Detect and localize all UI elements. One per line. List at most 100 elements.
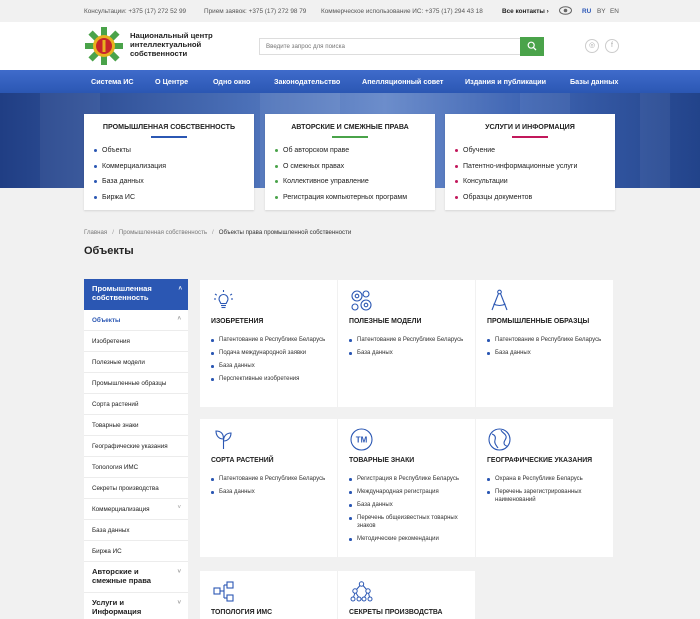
chevron-up-icon: ˄ bbox=[178, 286, 182, 292]
intake-phone: Прием заявок: +375 (17) 272 98 79 bbox=[204, 8, 307, 15]
lang-ru[interactable]: RU bbox=[582, 8, 591, 15]
category-link[interactable]: Патентно-информационные услуги bbox=[455, 163, 577, 179]
category-link[interactable]: Обучение bbox=[455, 147, 577, 163]
card-trademarks[interactable]: TM ТОВАРНЫЕ ЗНАКИ Регистрация в Республи… bbox=[338, 419, 475, 557]
card-link[interactable]: Патентование в Республике Беларусь bbox=[211, 336, 329, 344]
category-title[interactable]: АВТОРСКИЕ И СМЕЖНЫЕ ПРАВА bbox=[265, 123, 435, 131]
category-link[interactable]: Коммерциализация bbox=[94, 163, 166, 179]
category-link[interactable]: Регистрация компьютерных программ bbox=[275, 194, 407, 210]
sidebar-menu: Промышленная собственность ˄ Объекты ˄ Из… bbox=[84, 279, 188, 619]
card-link[interactable]: Перспективные изобретения bbox=[211, 375, 329, 383]
card-link[interactable]: База данных bbox=[349, 349, 467, 357]
card-link[interactable]: Перечень зарегистрированных наименований bbox=[487, 488, 605, 504]
sidebar-section-copyright[interactable]: Авторские и смежные права ˅ bbox=[84, 562, 188, 593]
logo-emblem-icon[interactable] bbox=[84, 26, 124, 66]
all-contacts-link[interactable]: Все контакты › bbox=[502, 8, 549, 15]
card-utility-models[interactable]: ПОЛЕЗНЫЕ МОДЕЛИ Патентование в Республик… bbox=[338, 280, 475, 407]
category-link[interactable]: О смежных правах bbox=[275, 163, 407, 179]
breadcrumb-current: Объекты права промышленной собственности bbox=[218, 229, 352, 236]
nav-item-one-window[interactable]: Одно окно bbox=[213, 77, 250, 86]
sidebar-item-commercialization[interactable]: Коммерциализация ˅ bbox=[84, 499, 188, 520]
card-ic-topology[interactable]: ТОПОЛОГИЯ ИМС bbox=[200, 571, 337, 619]
sidebar-item-objects[interactable]: Объекты ˄ bbox=[84, 310, 188, 331]
sidebar-item-trade-secrets[interactable]: Секреты производства bbox=[84, 478, 188, 499]
site-brand-name[interactable]: Национальный центр интеллектуальной собс… bbox=[130, 31, 240, 58]
nav-item-system[interactable]: Система ИС bbox=[91, 77, 134, 86]
category-underline bbox=[512, 136, 548, 138]
nav-item-appeal-council[interactable]: Апелляционный совет bbox=[362, 77, 443, 86]
gears-icon bbox=[351, 290, 372, 311]
commercial-phone: Коммерческое использование ИС: +375 (17)… bbox=[321, 8, 483, 15]
breadcrumb-industrial[interactable]: Промышленная собственность bbox=[119, 229, 207, 236]
chip-icon bbox=[213, 581, 234, 602]
chevron-up-icon: ˄ bbox=[177, 316, 181, 322]
top-info-bar: Консультации: +375 (17) 272 52 99 Прием … bbox=[0, 0, 700, 22]
trademark-icon: TM bbox=[350, 428, 373, 451]
chevron-down-icon: ˅ bbox=[177, 505, 181, 511]
chevron-down-icon: ˅ bbox=[177, 600, 181, 606]
facebook-icon[interactable]: f bbox=[605, 39, 619, 53]
category-link[interactable]: Биржа ИС bbox=[94, 194, 166, 210]
svg-text:TM: TM bbox=[356, 436, 368, 445]
search-button[interactable] bbox=[520, 37, 544, 56]
category-title[interactable]: ПРОМЫШЛЕННАЯ СОБСТВЕННОСТЬ bbox=[84, 123, 254, 131]
category-link[interactable]: Коллективное управление bbox=[275, 178, 407, 194]
sidebar-item-utility-models[interactable]: Полезные модели bbox=[84, 352, 188, 373]
lang-by[interactable]: BY bbox=[597, 8, 606, 15]
sidebar-item-ip-exchange[interactable]: Биржа ИС bbox=[84, 541, 188, 562]
search-input[interactable] bbox=[259, 38, 521, 55]
sidebar-section-industrial[interactable]: Промышленная собственность ˄ bbox=[84, 279, 188, 310]
sidebar-item-geo-indications[interactable]: Географические указания bbox=[84, 436, 188, 457]
category-underline bbox=[332, 136, 368, 138]
card-industrial-designs[interactable]: ПРОМЫШЛЕННЫЕ ОБРАЗЦЫ Патентование в Респ… bbox=[476, 280, 613, 407]
chevron-down-icon: ˅ bbox=[177, 569, 181, 575]
lang-en[interactable]: EN bbox=[610, 8, 619, 15]
card-link[interactable]: База данных bbox=[487, 349, 605, 357]
category-underline bbox=[151, 136, 187, 138]
card-link[interactable]: Методические рекомендации bbox=[349, 535, 467, 543]
card-link[interactable]: Подача международной заявки bbox=[211, 349, 329, 357]
sidebar-item-database[interactable]: База данных bbox=[84, 520, 188, 541]
card-link[interactable]: База данных bbox=[211, 362, 329, 370]
card-trade-secrets[interactable]: СЕКРЕТЫ ПРОИЗВОДСТВА bbox=[338, 571, 475, 619]
nav-item-about[interactable]: О Центре bbox=[155, 77, 188, 86]
category-link[interactable]: Объекты bbox=[94, 147, 166, 163]
category-link[interactable]: Консультации bbox=[455, 178, 577, 194]
breadcrumb: Главная / Промышленная собственность / Объек… bbox=[84, 229, 352, 236]
category-card-services: УСЛУГИ И ИНФОРМАЦИЯ Обучение Патентно-ин… bbox=[445, 114, 615, 210]
category-link[interactable]: Образцы документов bbox=[455, 194, 577, 210]
card-inventions[interactable]: ИЗОБРЕТЕНИЯ Патентование в Республике Бе… bbox=[200, 280, 337, 407]
card-link[interactable]: Патентование в Республике Беларусь bbox=[487, 336, 605, 344]
sidebar-item-industrial-designs[interactable]: Промышленные образцы bbox=[84, 373, 188, 394]
sidebar-section-services[interactable]: Услуги и Информация ˅ bbox=[84, 593, 188, 619]
category-link[interactable]: База данных bbox=[94, 178, 166, 194]
eye-icon[interactable] bbox=[559, 6, 572, 15]
nav-item-databases[interactable]: Базы данных bbox=[570, 77, 618, 86]
card-link[interactable]: Патентование в Республике Беларусь bbox=[211, 475, 329, 483]
card-geo-indications[interactable]: ГЕОГРАФИЧЕСКИЕ УКАЗАНИЯ Охрана в Республ… bbox=[476, 419, 613, 557]
molecule-icon bbox=[350, 581, 373, 602]
card-link[interactable]: Международная регистрация bbox=[349, 488, 467, 496]
category-card-industrial: ПРОМЫШЛЕННАЯ СОБСТВЕННОСТЬ Объекты Комме… bbox=[84, 114, 254, 210]
card-link[interactable]: Охрана в Республике Беларусь bbox=[487, 475, 605, 483]
card-link[interactable]: Патентование в Республике Беларусь bbox=[349, 336, 467, 344]
search-icon bbox=[527, 41, 537, 51]
card-link[interactable]: База данных bbox=[211, 488, 329, 496]
sidebar-item-ic-topology[interactable]: Топология ИМС bbox=[84, 457, 188, 478]
nav-item-publications[interactable]: Издания и публикации bbox=[465, 77, 546, 86]
consult-phone: Консультации: +375 (17) 272 52 99 bbox=[84, 8, 187, 15]
instagram-icon[interactable]: ◎ bbox=[585, 39, 599, 53]
nav-item-legislation[interactable]: Законодательство bbox=[274, 77, 340, 86]
breadcrumb-home[interactable]: Главная bbox=[84, 229, 107, 236]
card-plant-varieties[interactable]: СОРТА РАСТЕНИЙ Патентование в Республике… bbox=[200, 419, 337, 557]
lightbulb-icon bbox=[214, 290, 233, 309]
card-link[interactable]: Перечень общеизвестных товарных знаков bbox=[349, 514, 467, 530]
sidebar-item-plant-varieties[interactable]: Сорта растений bbox=[84, 394, 188, 415]
sidebar-item-inventions[interactable]: Изобретения bbox=[84, 331, 188, 352]
category-link[interactable]: Об авторском праве bbox=[275, 147, 407, 163]
category-card-copyright: АВТОРСКИЕ И СМЕЖНЫЕ ПРАВА Об авторском п… bbox=[265, 114, 435, 210]
card-link[interactable]: База данных bbox=[349, 501, 467, 509]
sidebar-item-trademarks[interactable]: Товарные знаки bbox=[84, 415, 188, 436]
category-title[interactable]: УСЛУГИ И ИНФОРМАЦИЯ bbox=[445, 123, 615, 131]
card-link[interactable]: Регистрация в Республике Беларусь bbox=[349, 475, 467, 483]
